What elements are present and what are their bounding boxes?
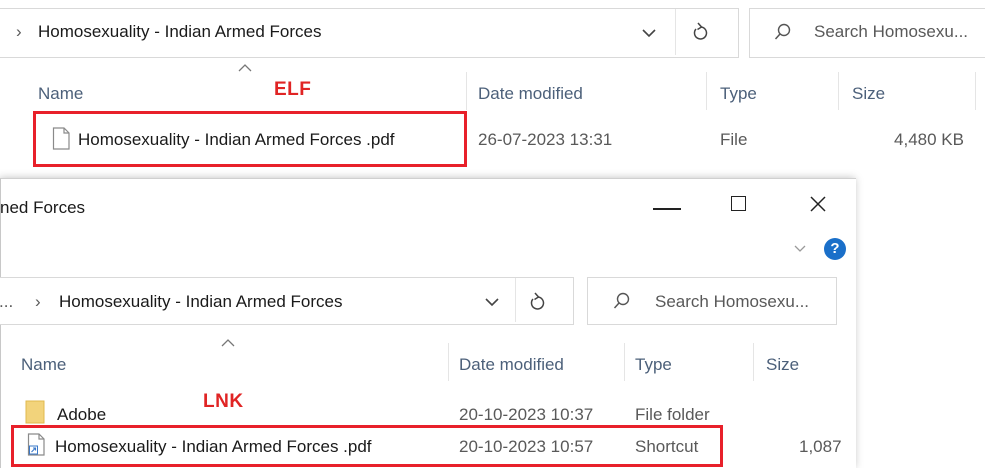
back-file-date: 26-07-2023 13:31: [478, 130, 613, 149]
chevron-down-icon[interactable]: [642, 28, 656, 38]
back-col-size[interactable]: Size: [852, 84, 885, 104]
maximize-button[interactable]: [731, 196, 746, 211]
front-address-prefix: ...: [0, 292, 14, 311]
help-glyph: ?: [830, 240, 840, 257]
window-title: ned Forces: [0, 198, 86, 217]
front-address-path[interactable]: Homosexuality - Indian Armed Forces: [59, 292, 342, 312]
row-size: 1,087: [799, 437, 842, 456]
row-type: File folder: [635, 405, 710, 424]
back-file-size: 4,480 KB: [894, 130, 964, 149]
folder-icon: [25, 400, 45, 424]
search-icon: [613, 292, 630, 309]
back-col-type[interactable]: Type: [720, 84, 757, 104]
refresh-icon[interactable]: [529, 292, 547, 312]
back-col-date[interactable]: Date modified: [478, 84, 583, 104]
refresh-icon[interactable]: [692, 22, 710, 42]
front-col-type[interactable]: Type: [635, 355, 672, 375]
back-file-type: File: [720, 130, 748, 149]
elf-highlight-box: [33, 111, 467, 167]
search-icon: [774, 23, 791, 40]
back-explorer-window: › Homosexuality - Indian Armed Forces Se…: [0, 0, 985, 180]
front-col-name[interactable]: Name: [21, 355, 66, 375]
back-search-input[interactable]: Search Homosexu...: [814, 22, 968, 42]
back-col-name[interactable]: Name: [38, 84, 83, 104]
front-address-chevron: ›: [35, 292, 41, 311]
row-date: 20-10-2023 10:37: [459, 405, 594, 424]
chevron-down-icon[interactable]: [485, 297, 499, 307]
sort-ascending-icon: [238, 64, 252, 72]
ribbon-expand-icon[interactable]: [794, 245, 806, 253]
elf-annotation: ELF: [274, 79, 312, 100]
help-icon[interactable]: ?: [824, 238, 846, 260]
front-col-date[interactable]: Date modified: [459, 355, 564, 375]
sort-ascending-icon: [221, 339, 235, 347]
close-button[interactable]: [810, 196, 826, 212]
row-name[interactable]: Adobe: [57, 405, 106, 425]
back-address-chevron: ›: [16, 22, 22, 41]
front-explorer-window: ned Forces ? ... › Homosexuality - India…: [0, 178, 856, 468]
minimize-button[interactable]: [653, 208, 681, 210]
lnk-highlight-box: [11, 425, 723, 467]
front-col-size[interactable]: Size: [766, 355, 799, 375]
back-address-path[interactable]: Homosexuality - Indian Armed Forces: [38, 22, 321, 42]
front-search-input[interactable]: Search Homosexu...: [655, 292, 809, 312]
list-item[interactable]: [1, 397, 856, 427]
